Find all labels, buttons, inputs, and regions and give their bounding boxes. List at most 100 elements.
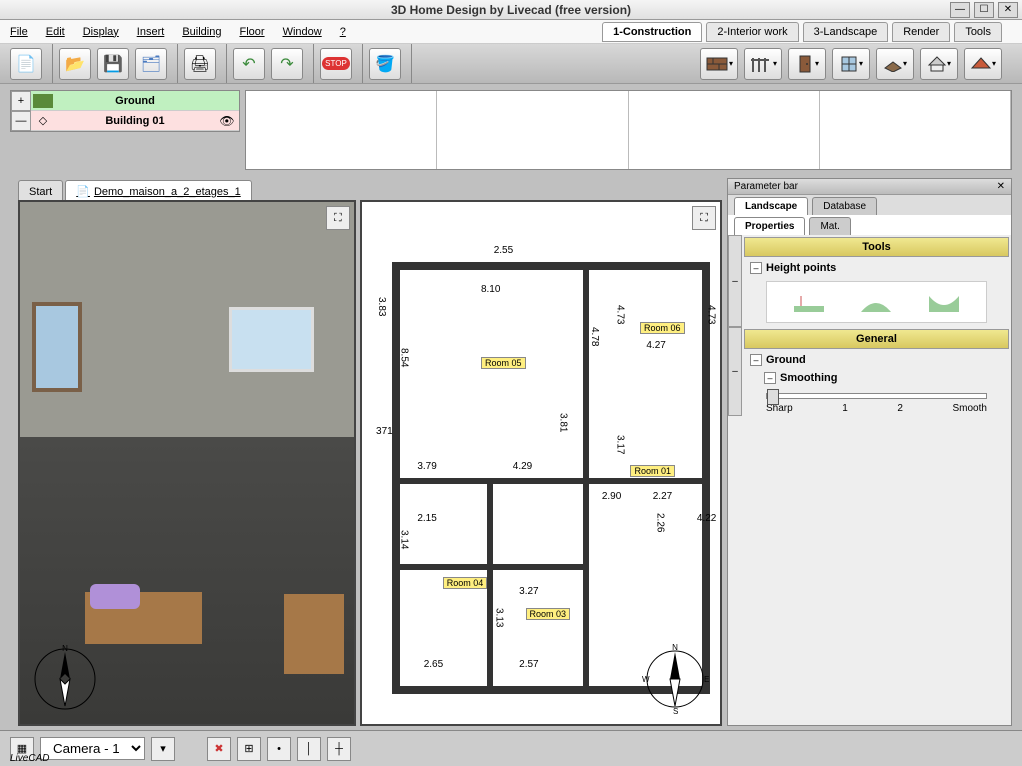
roof-tool[interactable]: ▾ bbox=[964, 48, 1002, 80]
minimize-button[interactable]: — bbox=[950, 2, 970, 18]
collapse-general[interactable]: – bbox=[728, 327, 742, 416]
subtab-database[interactable]: Database bbox=[812, 197, 877, 215]
dimension: 2.57 bbox=[519, 659, 538, 670]
tab-landscape[interactable]: 3-Landscape bbox=[803, 22, 889, 42]
open-button[interactable]: 📂 bbox=[59, 48, 91, 80]
snap-line-button[interactable]: │ bbox=[297, 737, 321, 761]
collapse-toggle[interactable]: — bbox=[11, 111, 31, 131]
view-2d[interactable]: ⛶ Room 05 Room 06 Room 01 Room 04 Room 0… bbox=[360, 200, 722, 726]
snap-grid-button[interactable]: ⊞ bbox=[237, 737, 261, 761]
dimension: 4.73 bbox=[705, 305, 716, 324]
dimension: 4.29 bbox=[513, 461, 532, 472]
svg-text:N: N bbox=[62, 644, 68, 653]
preview-slot[interactable] bbox=[437, 91, 628, 169]
dropdown-button[interactable]: ▾ bbox=[151, 737, 175, 761]
close-button[interactable]: ✕ bbox=[998, 2, 1018, 18]
collapse-icon[interactable]: – bbox=[750, 262, 762, 274]
tab-start[interactable]: Start bbox=[18, 180, 63, 202]
view-3d[interactable]: ⛶ N bbox=[18, 200, 356, 726]
tab-construction[interactable]: 1-Construction bbox=[602, 22, 702, 42]
dimension: 3.17 bbox=[615, 435, 626, 454]
tab-interior[interactable]: 2-Interior work bbox=[706, 22, 798, 42]
expand-2d-button[interactable]: ⛶ bbox=[692, 206, 716, 230]
redo-button[interactable]: ↷ bbox=[271, 48, 303, 80]
collapse-icon[interactable]: – bbox=[764, 372, 776, 384]
menu-floor[interactable]: Floor bbox=[239, 26, 264, 38]
snap-mid-button[interactable]: ┼ bbox=[327, 737, 351, 761]
menu-insert[interactable]: Insert bbox=[137, 26, 165, 38]
visibility-icon[interactable]: 👁 bbox=[215, 114, 239, 128]
slider-track[interactable] bbox=[766, 393, 987, 399]
menu-window[interactable]: Window bbox=[283, 26, 322, 38]
floorplan: Room 05 Room 06 Room 01 Room 04 Room 03 … bbox=[392, 262, 710, 694]
dimension: 4.22 bbox=[697, 513, 716, 524]
railing-tool[interactable]: ▾ bbox=[744, 48, 782, 80]
collapse-icon[interactable]: – bbox=[750, 354, 762, 366]
subtab-mat[interactable]: Mat. bbox=[809, 217, 850, 235]
dimension: 3.14 bbox=[398, 530, 409, 549]
door-tool[interactable]: ▾ bbox=[788, 48, 826, 80]
snap-off-button[interactable]: ✖ bbox=[207, 737, 231, 761]
dimension: 2.55 bbox=[494, 245, 513, 256]
smoothing-slider: Sharp 1 2 Smooth bbox=[742, 387, 1011, 416]
menu-file[interactable]: File bbox=[10, 26, 28, 38]
document-icon: 📄 bbox=[76, 185, 90, 198]
section-general: General bbox=[744, 329, 1009, 349]
menu-help[interactable]: ? bbox=[340, 26, 346, 38]
collapse-tools[interactable]: – bbox=[728, 235, 742, 327]
menu-display[interactable]: Display bbox=[83, 26, 119, 38]
paint-button[interactable]: 🪣 bbox=[369, 48, 401, 80]
dimension: 2.26 bbox=[654, 513, 665, 532]
room-label: Room 06 bbox=[640, 322, 685, 334]
room-label: Room 04 bbox=[443, 577, 488, 589]
window-title: 3D Home Design by Livecad (free version) bbox=[391, 3, 631, 17]
panel-header: Parameter bar ✕ bbox=[728, 179, 1011, 195]
dimension: 3.13 bbox=[494, 608, 505, 627]
dimension: 3.27 bbox=[519, 586, 538, 597]
room-label: Room 01 bbox=[630, 465, 675, 477]
floor-tool[interactable]: ▾ bbox=[876, 48, 914, 80]
preview-slot[interactable] bbox=[629, 91, 820, 169]
layer-ground[interactable]: + Ground bbox=[11, 91, 239, 111]
undo-button[interactable]: ↶ bbox=[233, 48, 265, 80]
main-area: ⛶ N ⛶ Room 05 Room 06 Room 01 Room 04 Ro… bbox=[18, 200, 722, 726]
tab-demo[interactable]: 📄Demo_maison_a_2_etages_1 bbox=[65, 180, 251, 202]
dimension: 3.79 bbox=[417, 461, 436, 472]
subtab-landscape[interactable]: Landscape bbox=[734, 197, 808, 215]
slider-thumb[interactable] bbox=[767, 389, 779, 405]
footer-brand: LiveCAD bbox=[10, 753, 49, 764]
titlebar: 3D Home Design by Livecad (free version)… bbox=[0, 0, 1022, 20]
menu-edit[interactable]: Edit bbox=[46, 26, 65, 38]
section-tools: Tools bbox=[744, 237, 1009, 257]
preview-slot[interactable] bbox=[820, 91, 1011, 169]
camera-select[interactable]: Camera - 1 bbox=[40, 737, 145, 760]
terrain-valley-icon[interactable] bbox=[924, 290, 964, 314]
window-tool[interactable]: ▾ bbox=[832, 48, 870, 80]
collapse-toggle[interactable]: + bbox=[11, 91, 31, 111]
wall-tool[interactable]: ▾ bbox=[700, 48, 738, 80]
terrain-hill-icon[interactable] bbox=[856, 290, 896, 314]
preview-slot[interactable] bbox=[246, 91, 437, 169]
main-toolbar: 📄 📂 💾 🗂 🖨 ↶ ↷ STOP 🪣 ▾ ▾ ▾ ▾ ▾ ▾ ▾ bbox=[0, 44, 1022, 84]
terrain-flat-icon[interactable] bbox=[789, 290, 829, 314]
save-button[interactable]: 💾 bbox=[97, 48, 129, 80]
structure-tool[interactable]: ▾ bbox=[920, 48, 958, 80]
dimension: 3.81 bbox=[557, 413, 568, 432]
close-panel-button[interactable]: ✕ bbox=[997, 181, 1005, 192]
tab-tools[interactable]: Tools bbox=[954, 22, 1002, 42]
snap-point-button[interactable]: • bbox=[267, 737, 291, 761]
layer-building[interactable]: — ◇ Building 01 👁 bbox=[11, 111, 239, 131]
print-button[interactable]: 🖨 bbox=[184, 48, 216, 80]
subtab-properties[interactable]: Properties bbox=[734, 217, 805, 235]
maximize-button[interactable]: ☐ bbox=[974, 2, 994, 18]
dimension: 4.73 bbox=[615, 305, 626, 324]
menu-building[interactable]: Building bbox=[182, 26, 221, 38]
new-file-button[interactable]: 📄 bbox=[10, 48, 42, 80]
smoothing-row: – Smoothing bbox=[742, 369, 1011, 387]
tab-render[interactable]: Render bbox=[892, 22, 950, 42]
dimension: 3.83 bbox=[376, 297, 387, 316]
scene-window bbox=[32, 302, 82, 392]
save-as-button[interactable]: 🗂 bbox=[135, 48, 167, 80]
expand-3d-button[interactable]: ⛶ bbox=[326, 206, 350, 230]
stop-button[interactable]: STOP bbox=[320, 48, 352, 80]
